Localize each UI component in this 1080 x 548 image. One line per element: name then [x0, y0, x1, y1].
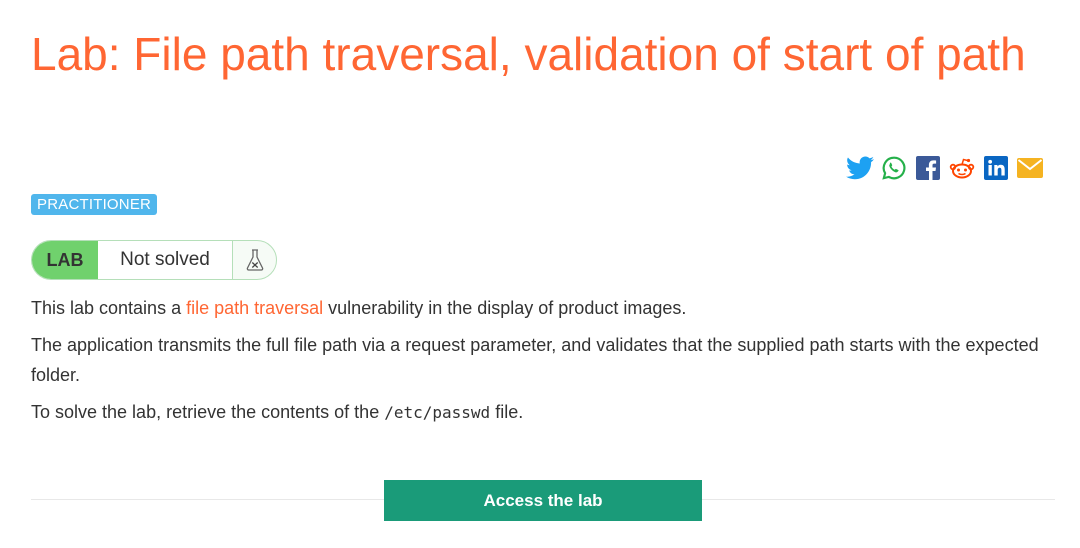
access-lab-button[interactable]: Access the lab [384, 480, 702, 521]
description-text: To solve the lab, retrieve the contents … [31, 402, 385, 422]
difficulty-badge: PRACTITIONER [31, 194, 158, 215]
description-paragraph-1: This lab contains a file path traversal … [31, 293, 1051, 323]
flask-icon [232, 241, 276, 279]
file-path-traversal-link[interactable]: file path traversal [186, 298, 323, 318]
description-text: This lab contains a [31, 298, 187, 318]
file-path-code: /etc/passwd [384, 403, 491, 422]
email-icon[interactable] [1016, 154, 1044, 182]
linkedin-icon[interactable] [982, 154, 1010, 182]
lab-description: This lab contains a file path traversal … [31, 293, 1051, 435]
lab-tag: LAB [32, 241, 98, 279]
description-paragraph-3: To solve the lab, retrieve the contents … [31, 397, 1051, 428]
reddit-icon[interactable] [948, 154, 976, 182]
whatsapp-icon[interactable] [880, 154, 908, 182]
description-text: file. [490, 402, 524, 422]
share-bar [846, 154, 1044, 182]
lab-status-text: Not solved [98, 241, 232, 279]
facebook-icon[interactable] [914, 154, 942, 182]
description-paragraph-2: The application transmits the full file … [31, 335, 1039, 385]
twitter-icon[interactable] [846, 154, 874, 182]
description-text: vulnerability in the display of product … [323, 298, 687, 318]
page-title: Lab: File path traversal, validation of … [31, 28, 1026, 80]
lab-status-widget: LAB Not solved [31, 240, 277, 280]
